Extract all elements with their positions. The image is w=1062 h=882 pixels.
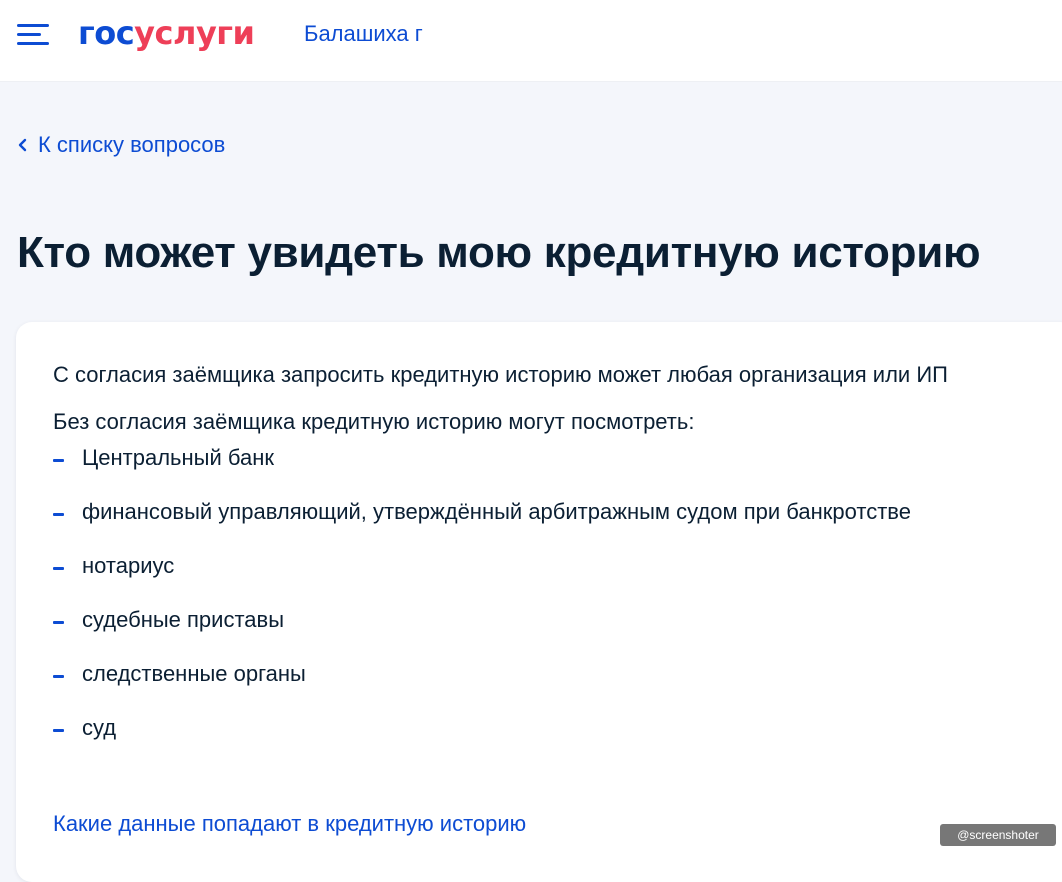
list-item-text: финансовый управляющий, утверждённый арб… bbox=[82, 499, 911, 524]
answer-paragraph-consent: С согласия заёмщика запросить кредитную … bbox=[53, 362, 948, 387]
list-dash-icon bbox=[53, 675, 64, 678]
gosuslugi-logo[interactable]: госуслуги bbox=[78, 13, 255, 53]
list-dash-icon bbox=[53, 459, 64, 462]
list-item: нотариус bbox=[53, 552, 911, 606]
list-item: судебные приставы bbox=[53, 606, 911, 660]
site-header: госуслуги Балашиха г bbox=[0, 0, 1062, 82]
list-item: следственные органы bbox=[53, 660, 911, 714]
logo-part-uslugi: услуги bbox=[134, 14, 255, 52]
hamburger-menu-icon[interactable] bbox=[17, 22, 51, 48]
back-link-label: К списку вопросов bbox=[38, 132, 226, 157]
list-item-text: судебные приставы bbox=[82, 607, 285, 632]
back-to-questions-link[interactable]: К списку вопросов bbox=[16, 131, 225, 159]
list-item-text: нотариус bbox=[82, 553, 175, 578]
list-item: суд bbox=[53, 714, 911, 768]
answer-card: С согласия заёмщика запросить кредитную … bbox=[16, 322, 1062, 882]
list-item: Центральный банк bbox=[53, 444, 911, 498]
list-item-text: Центральный банк bbox=[82, 445, 274, 470]
list-item: финансовый управляющий, утверждённый арб… bbox=[53, 498, 911, 552]
list-item-text: суд bbox=[82, 715, 117, 740]
authorized-list: Центральный банк финансовый управляющий,… bbox=[53, 444, 911, 768]
location-selector[interactable]: Балашиха г bbox=[304, 20, 423, 48]
list-dash-icon bbox=[53, 567, 64, 570]
answer-paragraph-no-consent: Без согласия заёмщика кредитную историю … bbox=[53, 409, 695, 434]
screenshoter-watermark: @screenshoter bbox=[940, 824, 1056, 846]
related-question-link[interactable]: Какие данные попадают в кредитную истори… bbox=[53, 810, 526, 838]
chevron-left-icon bbox=[18, 138, 27, 152]
list-dash-icon bbox=[53, 513, 64, 516]
page-title: Кто может увидеть мою кредитную историю bbox=[17, 228, 981, 277]
list-dash-icon bbox=[53, 729, 64, 732]
list-dash-icon bbox=[53, 621, 64, 624]
logo-part-gos: гос bbox=[78, 14, 135, 52]
list-item-text: следственные органы bbox=[82, 661, 306, 686]
